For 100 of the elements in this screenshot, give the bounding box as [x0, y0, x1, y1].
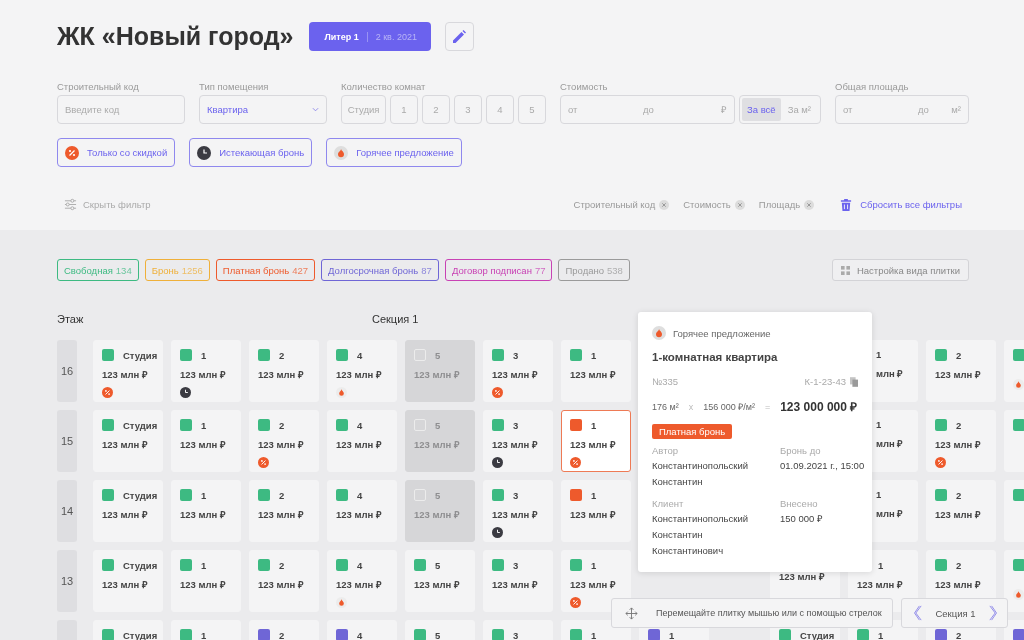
tile-price: 123 млн ₽ — [336, 368, 383, 381]
apartment-tile[interactable]: 2 123 млн ₽ — [926, 480, 996, 542]
tile-price: 123 млн ₽ — [570, 508, 617, 521]
apartment-tile[interactable]: 4 123 млн ₽ — [327, 550, 397, 612]
apartment-tile[interactable]: 1 123 млн ₽ — [171, 410, 241, 472]
room-count: 1 — [591, 629, 597, 640]
apartment-tile[interactable]: 4 123 млн ₽ — [327, 340, 397, 402]
apartment-tile[interactable]: 1 — [171, 620, 241, 640]
room-count: 1 — [876, 489, 883, 500]
room-count: 2 — [279, 629, 285, 640]
room-count: 2 — [279, 349, 285, 361]
room-count: 2 — [956, 629, 962, 640]
remove-icon[interactable] — [659, 199, 670, 210]
apartment-tile[interactable]: 5 123 млн ₽ — [405, 550, 475, 612]
reset-filters-button[interactable]: Сбросить все фильтры — [828, 198, 962, 211]
pencil-icon — [451, 28, 468, 45]
apartment-tile[interactable]: Студия — [93, 620, 163, 640]
apartment-tile[interactable]: 1 123 млн ₽ — [171, 340, 241, 402]
apartment-tile[interactable]: 2 123 млн ₽ — [249, 410, 319, 472]
apartment-tile[interactable]: 1 123 млн ₽ — [561, 550, 631, 612]
apartment-tile[interactable]: Студия 123 млн ₽ — [93, 340, 163, 402]
room-count: 1 — [878, 629, 884, 640]
page-title: ЖК «Новый город» — [57, 22, 294, 51]
tile-price: 123 млн ₽ — [492, 508, 539, 521]
flame-icon — [652, 326, 666, 340]
clock-icon — [492, 527, 503, 538]
detail-label: Клиент — [652, 498, 685, 509]
tile-price: 123 млн ₽ — [180, 508, 227, 521]
type-dropdown[interactable]: Квартира — [199, 95, 327, 124]
apartment-tile[interactable]: Студия 123 млн ₽ — [93, 550, 163, 612]
room-count: Студия — [123, 419, 158, 431]
apartment-tile[interactable]: 2 123 млн ₽ — [249, 480, 319, 542]
apartment-tile[interactable]: 4 — [327, 620, 397, 640]
apartment-tile[interactable]: 5 — [405, 620, 475, 640]
filter-chip[interactable]: Горячее предложение — [326, 138, 462, 167]
apartment-tile[interactable]: 3 123 млн ₽ — [483, 410, 553, 472]
chevron-left-icon[interactable] — [914, 605, 923, 621]
apartment-tile[interactable]: 3 123 млн ₽ — [483, 480, 553, 542]
tile-price: млн ₽ — [876, 367, 905, 380]
apartment-tile[interactable]: 1 123 млн ₽ — [171, 480, 241, 542]
code-field[interactable]: Введите код — [57, 95, 185, 124]
floor-label: 13 — [57, 550, 77, 612]
apartment-tile[interactable]: 2 123 млн ₽ — [926, 340, 996, 402]
tile-price: 123 млн ₽ — [414, 368, 461, 381]
building-button[interactable]: Литер 1 2 кв. 2021 — [309, 22, 431, 51]
apartment-tile[interactable]: 1 123 млн ₽ — [561, 340, 631, 402]
remove-icon[interactable] — [734, 199, 745, 210]
remove-icon[interactable] — [804, 199, 815, 210]
field-label: Тип помещения — [199, 81, 270, 92]
filter-chip[interactable]: Истекающая бронь — [189, 138, 313, 167]
edit-button[interactable] — [444, 22, 474, 51]
apartment-tile[interactable]: 3 — [483, 620, 553, 640]
apartment-tile[interactable]: 1 123 млн ₽ — [561, 480, 631, 542]
price-mode-tab[interactable]: За всё — [742, 98, 781, 121]
tile-price: 123 млн ₽ — [336, 438, 383, 451]
room-count: 5 — [435, 349, 441, 361]
active-filter-label: Стоимость — [683, 199, 731, 210]
tile-price: 123 млн ₽ — [570, 368, 617, 381]
apartment-tile[interactable]: 3 123 млн ₽ — [483, 550, 553, 612]
equals-sign: = — [764, 401, 771, 412]
floor-label: 15 — [57, 410, 77, 472]
status-legend-item[interactable]: Долгосрочная бронь 87 — [321, 259, 439, 281]
room-count: 2 — [956, 419, 962, 431]
apartment-tile[interactable]: 4 123 млн ₽ — [327, 410, 397, 472]
apartment-tile[interactable]: 2 123 млн ₽ — [249, 550, 319, 612]
status-legend-item[interactable]: Договор подписан 77 — [444, 259, 553, 281]
tile-price: 123 млн ₽ — [857, 578, 904, 591]
flame-icon — [336, 597, 347, 608]
sliders-icon — [64, 198, 77, 211]
chevron-right-icon[interactable] — [988, 605, 997, 621]
apartment-tile[interactable]: 1 123 млн ₽ — [171, 550, 241, 612]
apartment-tile[interactable]: 4 123 млн ₽ — [327, 480, 397, 542]
tile-price: 123 млн ₽ — [258, 578, 305, 591]
floor-label: 16 — [57, 340, 77, 402]
tile-price: 123 млн ₽ — [102, 438, 149, 451]
flame-icon — [1013, 589, 1024, 600]
clock-icon — [180, 387, 191, 398]
apartment-tile[interactable]: 2 123 млн ₽ — [926, 410, 996, 472]
detail-value: Константинопольский — [652, 512, 749, 525]
area-value: 176 м² — [652, 401, 679, 412]
apartment-tile[interactable]: 2 — [249, 620, 319, 640]
room-count: 4 — [357, 419, 363, 431]
room-count: 1 — [201, 559, 207, 571]
filter-chip[interactable]: Только со скидкой — [57, 138, 176, 167]
room-count: 1 — [201, 419, 207, 431]
room-count: 4 — [357, 349, 363, 361]
detail-value: Константин — [652, 528, 704, 541]
detail-label: Бронь до — [780, 445, 822, 456]
apartment-tile[interactable]: 1 123 млн ₽ — [561, 410, 631, 472]
room-count: 2 — [956, 489, 962, 501]
tile-price: 123 млн ₽ — [570, 438, 617, 451]
tile-price: млн ₽ — [876, 437, 905, 450]
clock-icon — [197, 145, 212, 160]
copy-icon[interactable] — [850, 376, 858, 387]
apartment-tile[interactable]: 2 123 млн ₽ — [249, 340, 319, 402]
apartment-tile[interactable]: 3 123 млн ₽ — [483, 340, 553, 402]
apartment-tile[interactable]: Студия 123 млн ₽ — [93, 410, 163, 472]
trash-icon — [840, 198, 853, 211]
room-count: 5 — [435, 559, 441, 571]
apartment-tile[interactable]: Студия 123 млн ₽ — [93, 480, 163, 542]
